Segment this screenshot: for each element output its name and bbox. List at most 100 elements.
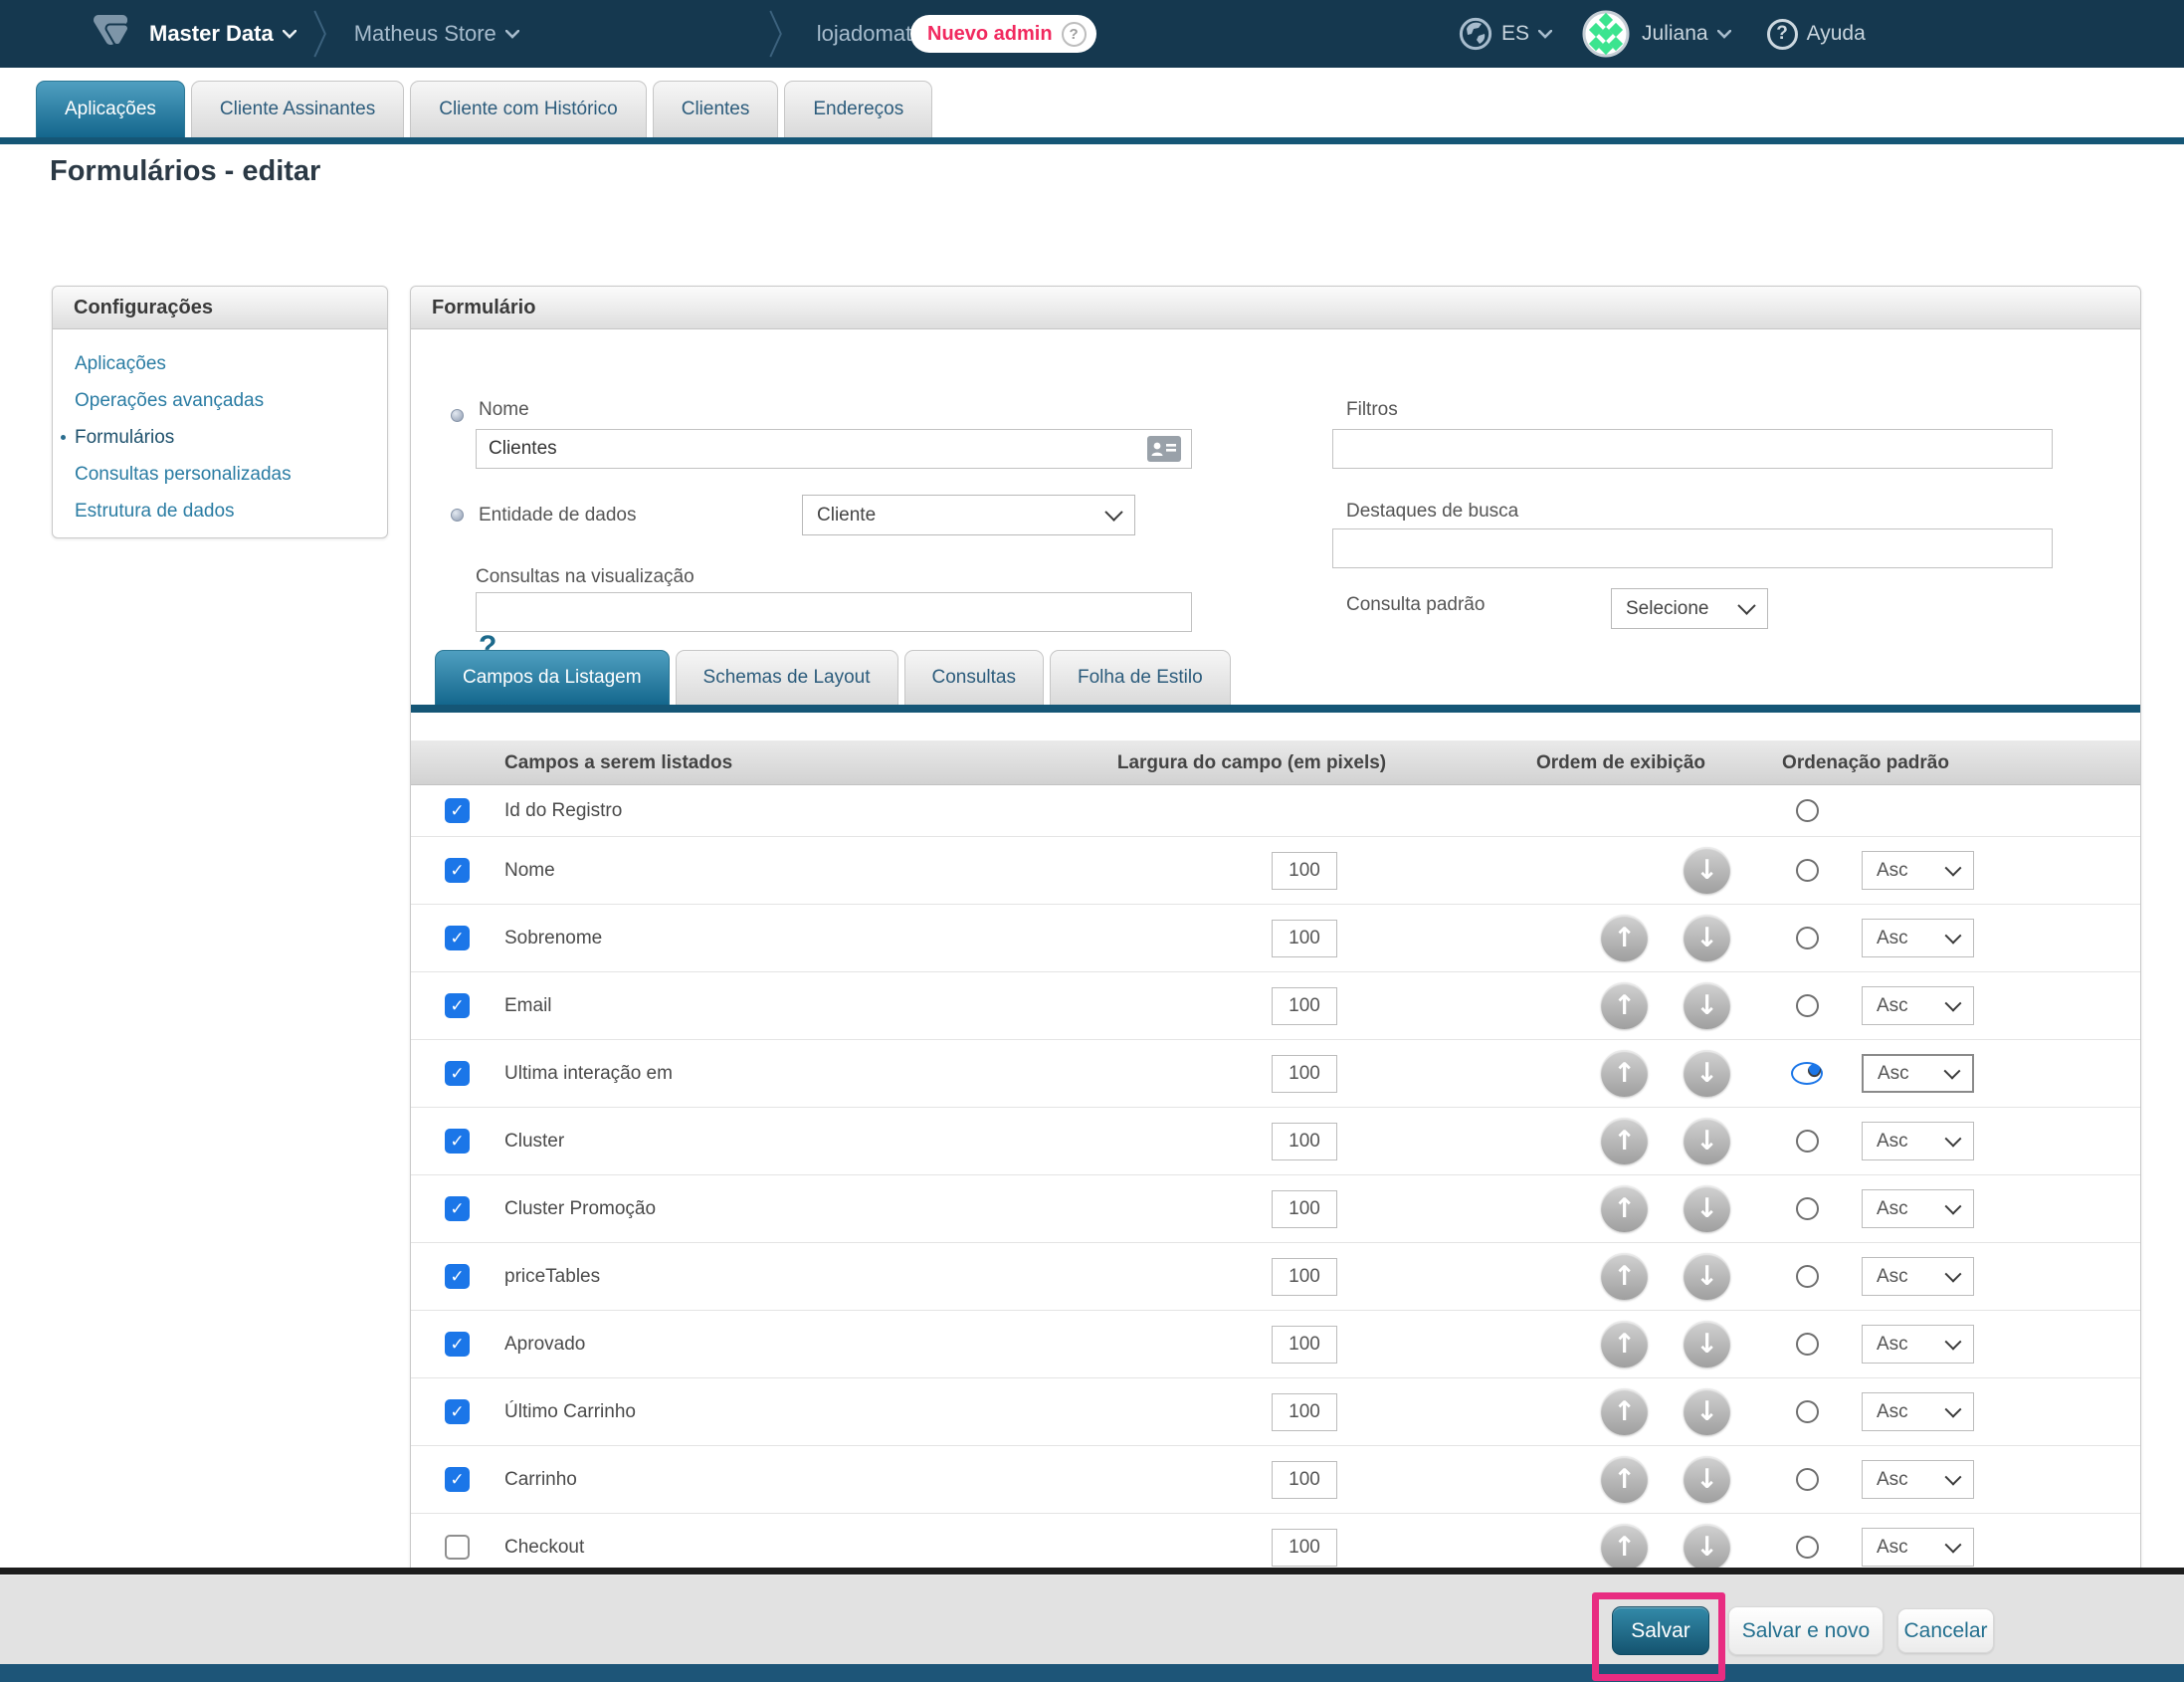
field-width-input[interactable] xyxy=(1272,1055,1337,1093)
col-header-ordenacao: Ordenação padrão xyxy=(1782,740,1949,785)
sidebar-item[interactable]: Operações avançadas xyxy=(75,382,387,419)
sort-direction-select[interactable]: Asc xyxy=(1862,1257,1974,1296)
move-down-button[interactable]: ↓ xyxy=(1684,915,1730,961)
field-width-input[interactable] xyxy=(1272,1461,1337,1499)
row-checkbox[interactable]: ✓ xyxy=(445,1399,470,1424)
inner-tab[interactable]: Folha de Estilo xyxy=(1050,650,1231,705)
move-up-button[interactable]: ↑ xyxy=(1601,1456,1648,1503)
product-menu[interactable]: Master Data xyxy=(149,21,297,47)
move-up-button[interactable]: ↑ xyxy=(1601,1388,1648,1435)
move-down-button[interactable]: ↓ xyxy=(1684,1321,1730,1367)
filtros-input[interactable] xyxy=(1332,429,2053,469)
help-link[interactable]: Ayuda xyxy=(1807,22,1866,46)
sort-direction-select[interactable]: Asc xyxy=(1862,919,1974,957)
row-checkbox[interactable] xyxy=(445,1535,470,1560)
save-button[interactable]: Salvar xyxy=(1612,1606,1709,1655)
move-down-button[interactable]: ↓ xyxy=(1684,847,1730,894)
consultas-input[interactable] xyxy=(476,592,1192,632)
default-sort-radio[interactable] xyxy=(1796,994,1819,1017)
default-sort-radio[interactable] xyxy=(1796,1265,1819,1288)
main-tab[interactable]: Cliente com Histórico xyxy=(410,81,647,137)
sort-direction-select[interactable]: Asc xyxy=(1862,1528,1974,1567)
default-sort-radio[interactable] xyxy=(1796,1197,1819,1220)
move-up-button[interactable]: ↑ xyxy=(1601,1524,1648,1569)
field-width-input[interactable] xyxy=(1272,1190,1337,1228)
sort-direction-select[interactable]: Asc xyxy=(1862,986,1974,1025)
contact-card-icon[interactable] xyxy=(1147,436,1181,462)
sort-direction-select[interactable]: Asc xyxy=(1862,1325,1974,1364)
inner-tab[interactable]: Schemas de Layout xyxy=(676,650,898,705)
sort-direction-select[interactable]: Asc xyxy=(1862,851,1974,890)
field-width-input[interactable] xyxy=(1272,1123,1337,1160)
move-up-button[interactable]: ↑ xyxy=(1601,1050,1648,1097)
main-tab[interactable]: Endereços xyxy=(784,81,932,137)
row-checkbox[interactable]: ✓ xyxy=(445,926,470,950)
row-checkbox[interactable]: ✓ xyxy=(445,1061,470,1086)
row-checkbox[interactable]: ✓ xyxy=(445,798,470,823)
default-sort-radio[interactable] xyxy=(1796,927,1819,949)
default-sort-radio[interactable] xyxy=(1796,1400,1819,1423)
default-sort-radio[interactable] xyxy=(1796,1130,1819,1153)
move-up-button[interactable]: ↑ xyxy=(1601,1118,1648,1164)
row-checkbox[interactable]: ✓ xyxy=(445,1196,470,1221)
sort-direction-select[interactable]: Asc xyxy=(1862,1054,1974,1093)
new-admin-badge[interactable]: Nuevo admin ? xyxy=(910,15,1096,53)
default-sort-radio[interactable] xyxy=(1796,1333,1819,1356)
move-down-button[interactable]: ↓ xyxy=(1684,1118,1730,1164)
store-menu[interactable]: Matheus Store xyxy=(354,21,519,47)
sort-direction-select[interactable]: Asc xyxy=(1862,1189,1974,1228)
move-up-button[interactable]: ↑ xyxy=(1601,1253,1648,1300)
default-sort-radio[interactable] xyxy=(1796,1468,1819,1491)
move-down-button[interactable]: ↓ xyxy=(1684,1388,1730,1435)
move-down-button[interactable]: ↓ xyxy=(1684,1185,1730,1232)
sidebar-item[interactable]: Estrutura de dados xyxy=(75,493,387,529)
field-width-input[interactable] xyxy=(1272,987,1337,1025)
row-checkbox[interactable]: ✓ xyxy=(445,1129,470,1154)
row-checkbox[interactable]: ✓ xyxy=(445,1467,470,1492)
sort-direction-select[interactable]: Asc xyxy=(1862,1460,1974,1499)
nome-input[interactable] xyxy=(476,429,1192,469)
sidebar-item[interactable]: Consultas personalizadas xyxy=(75,456,387,493)
default-sort-radio[interactable] xyxy=(1796,799,1819,822)
field-width-input[interactable] xyxy=(1272,852,1337,890)
default-sort-radio[interactable] xyxy=(1796,1536,1819,1559)
move-up-button[interactable]: ↑ xyxy=(1601,982,1648,1029)
move-down-button[interactable]: ↓ xyxy=(1684,1050,1730,1097)
sidebar-item[interactable]: Formulários xyxy=(75,419,387,456)
field-width-input[interactable] xyxy=(1272,1258,1337,1296)
row-checkbox[interactable]: ✓ xyxy=(445,1332,470,1357)
entidade-select[interactable]: Cliente xyxy=(802,495,1135,535)
language-selector[interactable]: ES xyxy=(1501,22,1529,46)
main-tab[interactable]: Aplicações xyxy=(36,81,185,137)
cancel-button[interactable]: Cancelar xyxy=(1897,1608,1994,1653)
inner-tab[interactable]: Campos da Listagem xyxy=(435,650,670,705)
move-up-button[interactable]: ↑ xyxy=(1601,1321,1648,1367)
move-up-button[interactable]: ↑ xyxy=(1601,915,1648,961)
sort-direction-select[interactable]: Asc xyxy=(1862,1392,1974,1431)
row-checkbox[interactable]: ✓ xyxy=(445,858,470,883)
move-up-button[interactable]: ↑ xyxy=(1601,1185,1648,1232)
sidebar-item[interactable]: Aplicações xyxy=(75,345,387,382)
vtex-logo[interactable] xyxy=(94,11,127,58)
main-tab[interactable]: Cliente Assinantes xyxy=(191,81,404,137)
inner-tab[interactable]: Consultas xyxy=(904,650,1045,705)
row-checkbox[interactable]: ✓ xyxy=(445,993,470,1018)
save-and-new-button[interactable]: Salvar e novo xyxy=(1728,1606,1884,1655)
move-down-button[interactable]: ↓ xyxy=(1684,1456,1730,1503)
field-width-input[interactable] xyxy=(1272,1393,1337,1431)
field-width-input[interactable] xyxy=(1272,1326,1337,1364)
default-sort-radio[interactable] xyxy=(1796,859,1819,882)
user-menu[interactable]: Juliana xyxy=(1642,22,1708,46)
avatar[interactable] xyxy=(1582,10,1630,58)
consulta-padrao-select[interactable]: Selecione xyxy=(1611,588,1768,629)
move-down-button[interactable]: ↓ xyxy=(1684,1253,1730,1300)
main-tab[interactable]: Clientes xyxy=(653,81,779,137)
row-checkbox[interactable]: ✓ xyxy=(445,1264,470,1289)
field-width-input[interactable] xyxy=(1272,920,1337,957)
field-width-input[interactable] xyxy=(1272,1529,1337,1567)
move-down-button[interactable]: ↓ xyxy=(1684,1524,1730,1569)
destaques-input[interactable] xyxy=(1332,528,2053,568)
default-sort-radio[interactable] xyxy=(1791,1062,1823,1085)
sort-direction-select[interactable]: Asc xyxy=(1862,1122,1974,1160)
move-down-button[interactable]: ↓ xyxy=(1684,982,1730,1029)
